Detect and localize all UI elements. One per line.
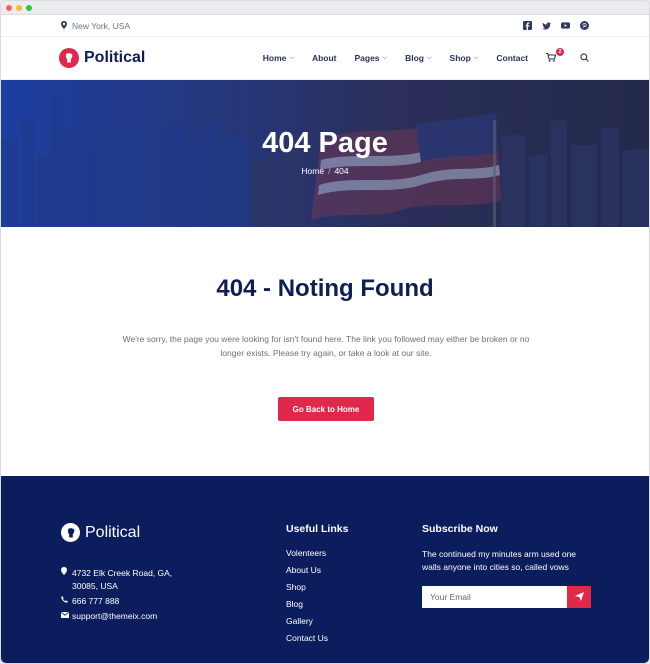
nav-label: Shop <box>449 53 471 63</box>
footer-link[interactable]: Blog <box>286 599 328 616</box>
footer-link[interactable]: Shop <box>286 582 328 599</box>
footer-link[interactable]: Volenteers <box>286 548 328 565</box>
envelope-icon <box>60 610 70 623</box>
phone-icon <box>61 595 68 608</box>
main-nav: Home ⌵ About Pages ⌵ Blog ⌵ Shop ⌵ Contact 2 <box>245 48 589 64</box>
map-pin-icon <box>61 567 68 593</box>
page-banner: 404 Page Home /404 <box>1 80 649 227</box>
chevron-down-icon: ⌵ <box>382 54 388 61</box>
address-row: 4732 Elk Creek Road, GA, 30085, USA <box>61 567 182 593</box>
minimize-window-dot[interactable] <box>16 4 22 11</box>
nav-label: Contact <box>496 53 528 63</box>
map-pin-icon <box>61 20 67 31</box>
footer-link[interactable]: Contact Us <box>286 633 328 650</box>
nav-item-shop[interactable]: Shop ⌵ <box>450 53 479 63</box>
subscribe-email-input[interactable] <box>422 586 567 608</box>
footer-logo[interactable]: Political <box>61 523 140 542</box>
nav-item-contact[interactable]: Contact <box>496 53 528 63</box>
subscribe-title: Subscribe Now <box>422 523 498 535</box>
location-text: New York, USA <box>72 20 131 31</box>
site-footer: Political 4732 Elk Creek Road, GA, 30085… <box>1 476 649 663</box>
location: New York, USA <box>61 20 131 31</box>
social-links <box>523 21 589 30</box>
email-text[interactable]: support@themeix.com <box>72 610 157 623</box>
chevron-down-icon: ⌵ <box>426 54 432 61</box>
address-text: 4732 Elk Creek Road, GA, 30085, USA <box>72 568 173 591</box>
subscribe-submit-button[interactable] <box>567 586 591 608</box>
youtube-icon[interactable] <box>561 21 570 30</box>
not-found-title: 404 - Noting Found <box>216 275 434 302</box>
fist-logo-icon <box>59 48 79 68</box>
not-found-section: 404 - Noting Found We're sorry, the page… <box>1 227 649 475</box>
nav-label: Blog <box>405 53 424 63</box>
site-logo[interactable]: Political <box>59 48 145 68</box>
breadcrumb: Home /404 <box>1 166 649 176</box>
breadcrumb-current: 404 <box>334 166 349 176</box>
logo-text: Political <box>84 49 146 66</box>
cart-count-badge: 2 <box>556 48 564 56</box>
fist-logo-icon <box>61 523 80 542</box>
pinterest-icon[interactable] <box>580 21 589 30</box>
cart-icon <box>546 52 557 64</box>
browser-window: New York, USA Political Home ⌵ About Page… <box>0 0 650 664</box>
contact-info: 4732 Elk Creek Road, GA, 30085, USA 666 … <box>60 567 182 625</box>
subscribe-form <box>422 586 591 608</box>
chevron-down-icon: ⌵ <box>289 54 294 61</box>
search-button[interactable] <box>580 52 589 64</box>
breadcrumb-separator: / <box>328 166 331 176</box>
useful-links-title: Useful Links <box>286 523 349 535</box>
search-icon <box>580 52 589 64</box>
send-icon <box>574 588 584 606</box>
subscribe-description: The continued my minutes arm used one wa… <box>422 549 577 572</box>
nav-label: Home <box>262 53 287 63</box>
facebook-icon[interactable] <box>523 21 532 30</box>
phone-text[interactable]: 666 777 888 <box>72 595 119 608</box>
window-chrome <box>1 1 649 15</box>
cart-button[interactable]: 2 <box>546 48 564 64</box>
twitter-icon[interactable] <box>542 21 551 30</box>
close-window-dot[interactable] <box>6 4 12 11</box>
nav-label: About <box>311 53 337 63</box>
footer-logo-text: Political <box>85 523 141 541</box>
footer-link[interactable]: Gallery <box>286 616 328 633</box>
page-title: 404 Page <box>262 127 388 159</box>
nav-item-blog[interactable]: Blog ⌵ <box>405 53 431 63</box>
not-found-message: We're sorry, the page you were looking f… <box>122 334 530 358</box>
chevron-down-icon: ⌵ <box>473 54 479 61</box>
phone-row: 666 777 888 <box>61 595 182 608</box>
nav-item-home[interactable]: Home ⌵ <box>263 53 294 63</box>
nav-label: Pages <box>354 53 380 63</box>
go-back-home-button[interactable]: Go Back to Home <box>278 397 374 421</box>
nav-item-about[interactable]: About <box>312 53 337 63</box>
top-bar: New York, USA <box>1 15 649 37</box>
email-row: support@themeix.com <box>60 610 182 623</box>
footer-link[interactable]: About Us <box>286 565 328 582</box>
maximize-window-dot[interactable] <box>26 4 32 11</box>
breadcrumb-home[interactable]: Home <box>301 166 324 176</box>
site-header: Political Home ⌵ About Pages ⌵ Blog ⌵ Shop ⌵… <box>1 37 649 80</box>
useful-links-list: Volenteers About Us Shop Blog Gallery Co… <box>286 548 328 650</box>
nav-item-pages[interactable]: Pages ⌵ <box>354 53 387 63</box>
